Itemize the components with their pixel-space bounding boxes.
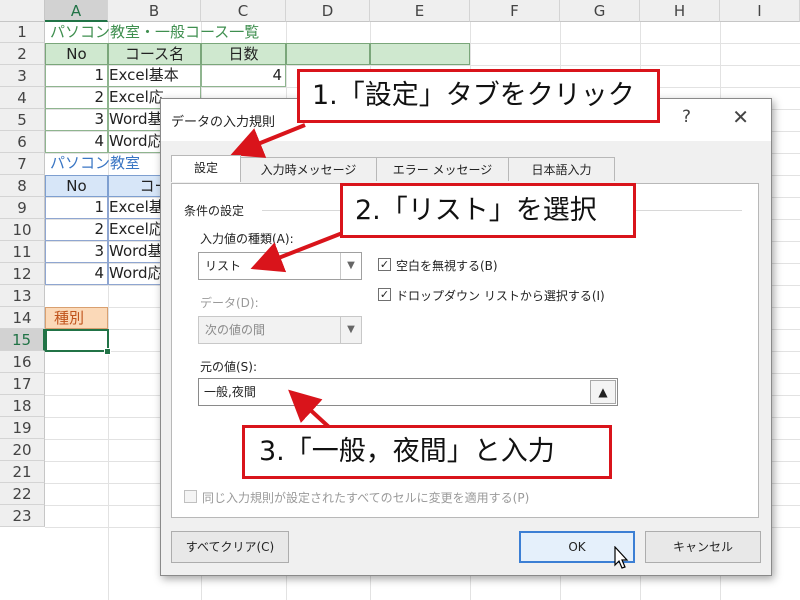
row-header-10[interactable]: 10 (0, 219, 45, 241)
table-cell[interactable]: Excel基本 (108, 65, 201, 87)
dropdown-checkbox[interactable]: ✓ (378, 288, 391, 301)
data-select[interactable]: 次の値の間 ▼ (198, 316, 362, 344)
mouse-cursor-icon (614, 546, 629, 569)
tab-ime[interactable]: 日本語入力 (508, 157, 615, 181)
range-select-icon[interactable]: ▲ (590, 380, 616, 404)
active-cell-a15[interactable] (45, 329, 109, 352)
cancel-button[interactable]: キャンセル (645, 531, 761, 563)
row-header-8[interactable]: 8 (0, 175, 45, 197)
select-all-corner[interactable] (0, 0, 45, 22)
chevron-down-icon: ▼ (340, 317, 361, 343)
table1-header-days[interactable]: 日数 (201, 43, 286, 65)
column-header-a[interactable]: A (45, 0, 108, 22)
data-validation-dialog: データの入力規則 ? ✕ 設定 入力時メッセージ エラー メッセージ 日本語入力… (160, 98, 772, 576)
apply-all-label: 同じ入力規則が設定されたすべてのセルに変更を適用する(P) (202, 491, 530, 505)
callout-step3: 3.「一般，夜間」と入力 (242, 425, 612, 479)
callout-step2: 2.「リスト」を選択 (340, 183, 636, 238)
table-cell[interactable]: 2 (45, 219, 108, 241)
source-input[interactable]: 一般,夜間 (198, 378, 618, 406)
criteria-section-label: 条件の設定 (184, 204, 245, 218)
row-header-15[interactable]: 15 (0, 329, 45, 351)
row-header-21[interactable]: 21 (0, 461, 45, 483)
tab-error-message[interactable]: エラー メッセージ (376, 157, 509, 181)
table-cell[interactable]: 4 (45, 131, 108, 153)
table1-header-course[interactable]: コース名 (108, 43, 201, 65)
ignore-blank-label: 空白を無視する(B) (396, 259, 498, 273)
row-header-17[interactable]: 17 (0, 373, 45, 395)
allow-select[interactable]: リスト ▼ (198, 252, 362, 280)
ignore-blank-checkbox[interactable]: ✓ (378, 258, 391, 271)
table-cell[interactable]: 2 (45, 87, 108, 109)
column-header-h[interactable]: H (640, 0, 720, 22)
data-label: データ(D): (200, 296, 259, 310)
table1-title[interactable]: パソコン教室・一般コース一覧 (50, 22, 370, 43)
column-header-c[interactable]: C (201, 0, 286, 22)
row-header-2[interactable]: 2 (0, 43, 45, 65)
apply-all-checkbox[interactable] (184, 490, 197, 503)
row-header-9[interactable]: 9 (0, 197, 45, 219)
row-header-11[interactable]: 11 (0, 241, 45, 263)
tab-input-message[interactable]: 入力時メッセージ (240, 157, 377, 181)
row-header-12[interactable]: 12 (0, 263, 45, 285)
table-cell[interactable]: 3 (45, 109, 108, 131)
table-cell[interactable]: 1 (45, 197, 108, 219)
chevron-down-icon: ▼ (340, 253, 361, 279)
row-header-22[interactable]: 22 (0, 483, 45, 505)
row-header-20[interactable]: 20 (0, 439, 45, 461)
column-header-f[interactable]: F (470, 0, 560, 22)
dialog-title: データの入力規則 (171, 115, 276, 130)
help-icon[interactable]: ? (682, 107, 691, 127)
allow-select-value: リスト (205, 259, 242, 273)
table2-header-no[interactable]: No (45, 175, 108, 197)
row-header-5[interactable]: 5 (0, 109, 45, 131)
table-cell[interactable]: 1 (45, 65, 108, 87)
source-label: 元の値(S): (200, 360, 258, 374)
row-header-14[interactable]: 14 (0, 307, 45, 329)
tab-settings[interactable]: 設定 (171, 155, 241, 182)
column-header-g[interactable]: G (560, 0, 640, 22)
close-icon[interactable]: ✕ (732, 105, 749, 129)
row-header-4[interactable]: 4 (0, 87, 45, 109)
row-header-18[interactable]: 18 (0, 395, 45, 417)
callout-step1: 1.「設定」タブをクリック (297, 69, 660, 123)
table-cell[interactable]: 4 (45, 263, 108, 285)
dropdown-label: ドロップダウン リストから選択する(I) (396, 289, 605, 303)
row-header-23[interactable]: 23 (0, 505, 45, 527)
row-header-3[interactable]: 3 (0, 65, 45, 87)
table-cell[interactable]: 4 (201, 65, 286, 87)
column-header-d[interactable]: D (286, 0, 370, 22)
table1-header-extra2[interactable] (370, 43, 470, 65)
row-header-7[interactable]: 7 (0, 153, 45, 175)
row-header-1[interactable]: 1 (0, 22, 45, 43)
column-header-e[interactable]: E (370, 0, 470, 22)
table1-header-extra[interactable] (286, 43, 370, 65)
table1-header-no[interactable]: No (45, 43, 108, 65)
allow-label: 入力値の種類(A): (200, 232, 294, 246)
row-header-13[interactable]: 13 (0, 285, 45, 307)
table-cell[interactable]: 3 (45, 241, 108, 263)
row-header-16[interactable]: 16 (0, 351, 45, 373)
clear-all-button[interactable]: すべてクリア(C) (171, 531, 289, 563)
column-header-b[interactable]: B (108, 0, 201, 22)
fill-handle[interactable] (104, 348, 111, 355)
row-header-19[interactable]: 19 (0, 417, 45, 439)
column-header-i[interactable]: I (720, 0, 800, 22)
category-label-cell[interactable]: 種別 (45, 307, 108, 329)
data-select-value: 次の値の間 (205, 323, 266, 337)
row-header-6[interactable]: 6 (0, 131, 45, 153)
